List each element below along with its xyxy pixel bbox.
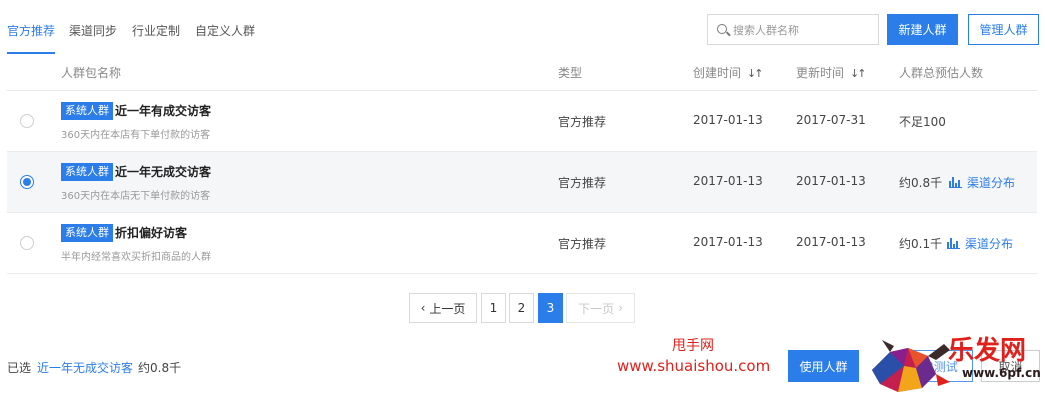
audience-name: 近一年有成交访客 <box>115 104 212 118</box>
audience-type: 官方推荐 <box>558 237 607 251</box>
audience-name: 折扣偏好访客 <box>115 226 188 240</box>
next-page-button[interactable]: 下一页 › <box>566 293 635 323</box>
row-radio[interactable] <box>20 114 34 128</box>
active-tab-indicator <box>7 52 55 54</box>
create-audience-button[interactable]: 新建人群 <box>887 14 958 45</box>
updated-date: 2017-01-13 <box>796 235 866 249</box>
channel-distribution-label: 渠道分布 <box>965 237 1014 251</box>
header-name: 人群包名称 <box>61 66 122 80</box>
audience-desc: 360天内在本店有下单付款的访客 <box>61 130 211 141</box>
search-input[interactable] <box>733 20 873 40</box>
header-updated[interactable]: 更新时间 ↓↑ <box>796 64 867 81</box>
system-tag: 系统人群 <box>61 102 113 120</box>
audience-desc: 360天内在本店无下单付款的访客 <box>61 191 211 202</box>
row-radio[interactable] <box>20 175 34 189</box>
system-tag: 系统人群 <box>61 224 113 242</box>
prev-page-button[interactable]: ‹ 上一页 <box>409 293 477 323</box>
created-date: 2017-01-13 <box>693 113 763 127</box>
header-updated-label: 更新时间 <box>796 66 845 80</box>
prev-page-label: 上一页 <box>429 301 466 316</box>
watermark-logo: 乐发网 www.6pf.cn <box>870 330 1045 396</box>
tab-channel-sync[interactable]: 渠道同步 <box>69 22 117 39</box>
updated-date: 2017-01-13 <box>796 174 866 188</box>
table-row[interactable]: 系统人群 折扣偏好访客 半年内经常喜欢买折扣商品的人群 官方推荐 2017-01… <box>7 213 1037 274</box>
audience-type: 官方推荐 <box>558 176 607 190</box>
search-icon <box>717 24 727 34</box>
page-button-1[interactable]: 1 <box>481 293 506 323</box>
logo-text: 乐发网 <box>948 336 1027 366</box>
header-type: 类型 <box>558 66 583 80</box>
header-created-label: 创建时间 <box>693 66 742 80</box>
created-date: 2017-01-13 <box>693 174 763 188</box>
watermark-title: 甩手网 <box>672 338 714 354</box>
page-button-2[interactable]: 2 <box>509 293 534 323</box>
watermark-url: www.shuaishou.com <box>617 357 771 375</box>
estimate-count: 不足100 <box>899 115 946 129</box>
selected-audience-link[interactable]: 近一年无成交访客 <box>37 359 133 376</box>
search-box[interactable] <box>707 14 879 45</box>
system-tag: 系统人群 <box>61 163 113 181</box>
header-estimate: 人群总预估人数 <box>899 66 984 80</box>
sort-icon[interactable]: ↓↑ <box>850 67 867 80</box>
chevron-left-icon: ‹ <box>420 301 426 315</box>
updated-date: 2017-07-31 <box>796 113 866 127</box>
manage-audience-button[interactable]: 管理人群 <box>968 14 1039 45</box>
row-radio[interactable] <box>20 236 34 250</box>
chevron-right-icon: › <box>618 301 623 315</box>
selected-prefix: 已选 <box>7 361 32 375</box>
tab-custom[interactable]: 自定义人群 <box>195 22 255 39</box>
audience-desc: 半年内经常喜欢买折扣商品的人群 <box>61 252 211 263</box>
estimate-count: 约0.8千 <box>899 176 943 190</box>
tab-industry[interactable]: 行业定制 <box>132 22 180 39</box>
next-page-label: 下一页 <box>578 301 615 316</box>
channel-distribution-label: 渠道分布 <box>967 176 1016 190</box>
table-row[interactable]: 系统人群 近一年无成交访客 360天内在本店无下单付款的访客 官方推荐 2017… <box>7 152 1037 213</box>
created-date: 2017-01-13 <box>693 235 763 249</box>
table-header: 人群包名称 类型 创建时间 ↓↑ 更新时间 ↓↑ 人群总预估人数 <box>7 55 1037 91</box>
audience-name: 近一年无成交访客 <box>115 165 212 179</box>
tab-official[interactable]: 官方推荐 <box>7 22 55 39</box>
header-created[interactable]: 创建时间 ↓↑ <box>693 64 764 81</box>
channel-distribution-link[interactable]: 渠道分布 <box>949 174 1015 191</box>
selected-count: 约0.8千 <box>138 361 182 375</box>
channel-distribution-link[interactable]: 渠道分布 <box>947 235 1013 252</box>
sort-icon[interactable]: ↓↑ <box>747 67 764 80</box>
estimate-count: 约0.1千 <box>899 237 943 251</box>
audience-type: 官方推荐 <box>558 115 607 129</box>
use-audience-button[interactable]: 使用人群 <box>788 350 859 382</box>
logo-url: www.6pf.cn <box>962 366 1041 380</box>
bar-chart-icon <box>949 177 962 188</box>
bar-chart-icon <box>947 238 960 249</box>
table-row[interactable]: 系统人群 近一年有成交访客 360天内在本店有下单付款的访客 官方推荐 2017… <box>7 91 1037 152</box>
page-button-3[interactable]: 3 <box>538 293 563 323</box>
